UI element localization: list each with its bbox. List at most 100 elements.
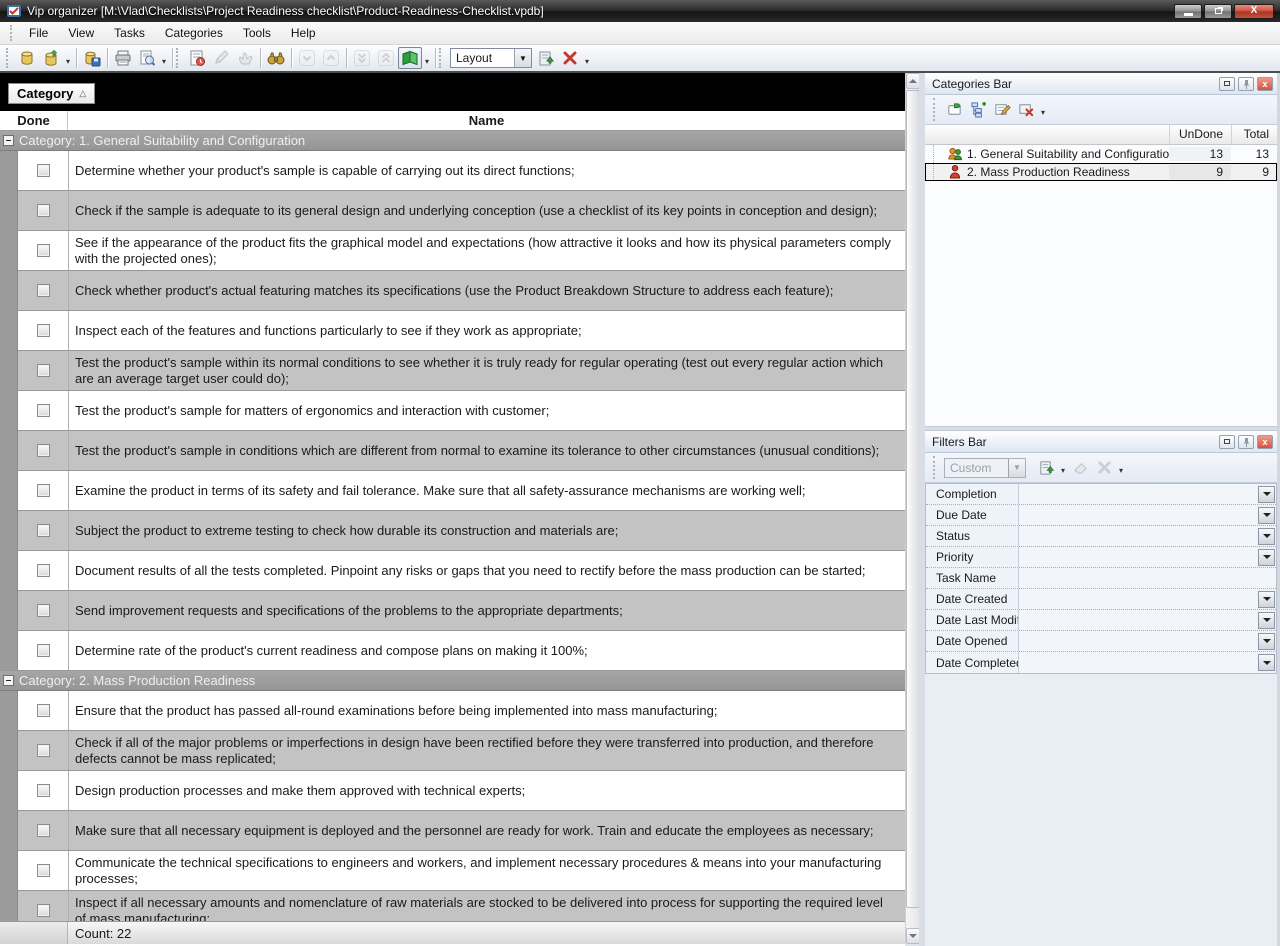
categories-header-name[interactable] [925, 125, 1169, 144]
group-by-category-button[interactable]: Category △ [8, 83, 95, 104]
task-checkbox[interactable] [37, 824, 50, 837]
category-row[interactable]: 1. General Suitability and Configuration… [925, 145, 1277, 163]
menu-tools[interactable]: Tools [233, 23, 281, 43]
task-row[interactable]: Inspect each of the features and functio… [0, 311, 905, 351]
categories-bar-close-button[interactable]: x [1257, 77, 1273, 91]
filter-dropdown-button[interactable] [1258, 591, 1275, 608]
filters-bar-close-button[interactable]: x [1257, 435, 1273, 449]
task-row[interactable]: Test the product's sample in conditions … [0, 431, 905, 471]
task-checkbox[interactable] [37, 744, 50, 757]
layout-combobox[interactable]: Layout ▼ [450, 48, 532, 68]
new-category-button[interactable] [942, 99, 966, 121]
task-checkbox[interactable] [37, 704, 50, 717]
task-checkbox[interactable] [37, 324, 50, 337]
print-button[interactable] [111, 47, 135, 69]
filter-value-field[interactable] [1018, 505, 1257, 525]
delete-layout-button[interactable] [558, 47, 582, 69]
task-checkbox[interactable] [37, 284, 50, 297]
filter-value-field[interactable] [1018, 484, 1257, 504]
new-task-button[interactable] [185, 47, 209, 69]
category-group-row[interactable]: Category: 2. Mass Production Readiness [0, 671, 905, 691]
task-checkbox[interactable] [37, 444, 50, 457]
collapse-icon[interactable] [3, 135, 14, 146]
filters-toolbar-dropdown-icon[interactable]: ▾ [1116, 460, 1126, 475]
menu-view[interactable]: View [58, 23, 104, 43]
task-checkbox[interactable] [37, 524, 50, 537]
minimize-button[interactable] [1174, 4, 1202, 19]
filter-value-field[interactable] [1018, 652, 1257, 673]
clear-filter-button[interactable] [1068, 457, 1092, 479]
move-task-button[interactable] [233, 47, 257, 69]
close-button[interactable]: X [1234, 4, 1274, 19]
filter-dropdown-button[interactable] [1258, 486, 1275, 503]
task-checkbox[interactable] [37, 604, 50, 617]
task-checkbox[interactable] [37, 364, 50, 377]
task-checkbox[interactable] [37, 644, 50, 657]
save-database-button[interactable] [80, 47, 104, 69]
menu-categories[interactable]: Categories [155, 23, 233, 43]
task-row[interactable]: See if the appearance of the product fit… [0, 231, 905, 271]
filters-bar-restore-button[interactable] [1219, 435, 1235, 449]
filter-value-field[interactable] [1018, 547, 1257, 567]
task-row[interactable]: Determine whether your product's sample … [0, 151, 905, 191]
menu-help[interactable]: Help [281, 23, 326, 43]
task-checkbox[interactable] [37, 204, 50, 217]
filters-bar-pin-button[interactable] [1238, 435, 1254, 449]
filter-value-field[interactable] [1018, 631, 1257, 651]
filter-dropdown-button[interactable] [1258, 528, 1275, 545]
find-button[interactable] [264, 47, 288, 69]
layout-combobox-dropdown[interactable]: ▼ [514, 49, 531, 67]
filter-preset-dropdown[interactable]: ▼ [1008, 459, 1025, 477]
print-preview-button[interactable] [135, 47, 159, 69]
task-row[interactable]: Check if the sample is adequate to its g… [0, 191, 905, 231]
apply-filter-button[interactable] [1034, 457, 1058, 479]
task-checkbox[interactable] [37, 484, 50, 497]
vertical-scrollbar[interactable] [905, 73, 919, 944]
task-checkbox[interactable] [37, 784, 50, 797]
categories-bar-pin-button[interactable] [1238, 77, 1254, 91]
task-row[interactable]: Check whether product's actual featuring… [0, 271, 905, 311]
scroll-up-button[interactable] [906, 73, 920, 89]
task-checkbox[interactable] [37, 404, 50, 417]
categories-toolbar-dropdown-icon[interactable]: ▾ [1038, 102, 1048, 117]
move-bottom-button[interactable] [350, 47, 374, 69]
remove-filter-button[interactable] [1092, 457, 1116, 479]
category-row[interactable]: 2. Mass Production Readiness99 [925, 163, 1277, 181]
edit-category-button[interactable] [990, 99, 1014, 121]
filter-value-field[interactable] [1018, 589, 1257, 609]
filter-dropdown-button[interactable] [1258, 633, 1275, 650]
task-checkbox[interactable] [37, 904, 50, 917]
move-top-button[interactable] [374, 47, 398, 69]
category-group-row[interactable]: Category: 1. General Suitability and Con… [0, 131, 905, 151]
apply-filter-dropdown-icon[interactable]: ▾ [1058, 460, 1068, 475]
filter-value-field[interactable] [1018, 568, 1276, 588]
filter-dropdown-button[interactable] [1258, 507, 1275, 524]
scroll-down-button[interactable] [906, 928, 920, 944]
column-header-done[interactable]: Done [0, 111, 68, 130]
apply-layout-button[interactable] [534, 47, 558, 69]
restore-button[interactable] [1204, 4, 1232, 19]
move-down-button[interactable] [295, 47, 319, 69]
filter-value-field[interactable] [1018, 526, 1257, 546]
filter-dropdown-button[interactable] [1258, 549, 1275, 566]
delete-category-button[interactable] [1014, 99, 1038, 121]
layout-view-dropdown-icon[interactable]: ▾ [422, 51, 432, 66]
new-subcategory-button[interactable] [966, 99, 990, 121]
task-row[interactable]: Determine rate of the product's current … [0, 631, 905, 671]
categories-bar-restore-button[interactable] [1219, 77, 1235, 91]
task-row[interactable]: Design production processes and make the… [0, 771, 905, 811]
scrollbar-thumb[interactable] [906, 90, 920, 908]
task-row[interactable]: Test the product's sample within its nor… [0, 351, 905, 391]
task-row[interactable]: Document results of all the tests comple… [0, 551, 905, 591]
filter-value-field[interactable] [1018, 610, 1257, 630]
task-row[interactable]: Inspect if all necessary amounts and nom… [0, 891, 905, 921]
task-row[interactable]: Examine the product in terms of its safe… [0, 471, 905, 511]
toolbar-more-dropdown-icon[interactable]: ▾ [582, 51, 592, 66]
menu-file[interactable]: File [19, 23, 58, 43]
task-checkbox[interactable] [37, 244, 50, 257]
task-checkbox[interactable] [37, 164, 50, 177]
task-checkbox[interactable] [37, 564, 50, 577]
categories-header-undone[interactable]: UnDone [1169, 125, 1231, 144]
layout-view-button[interactable] [398, 47, 422, 69]
move-up-button[interactable] [319, 47, 343, 69]
